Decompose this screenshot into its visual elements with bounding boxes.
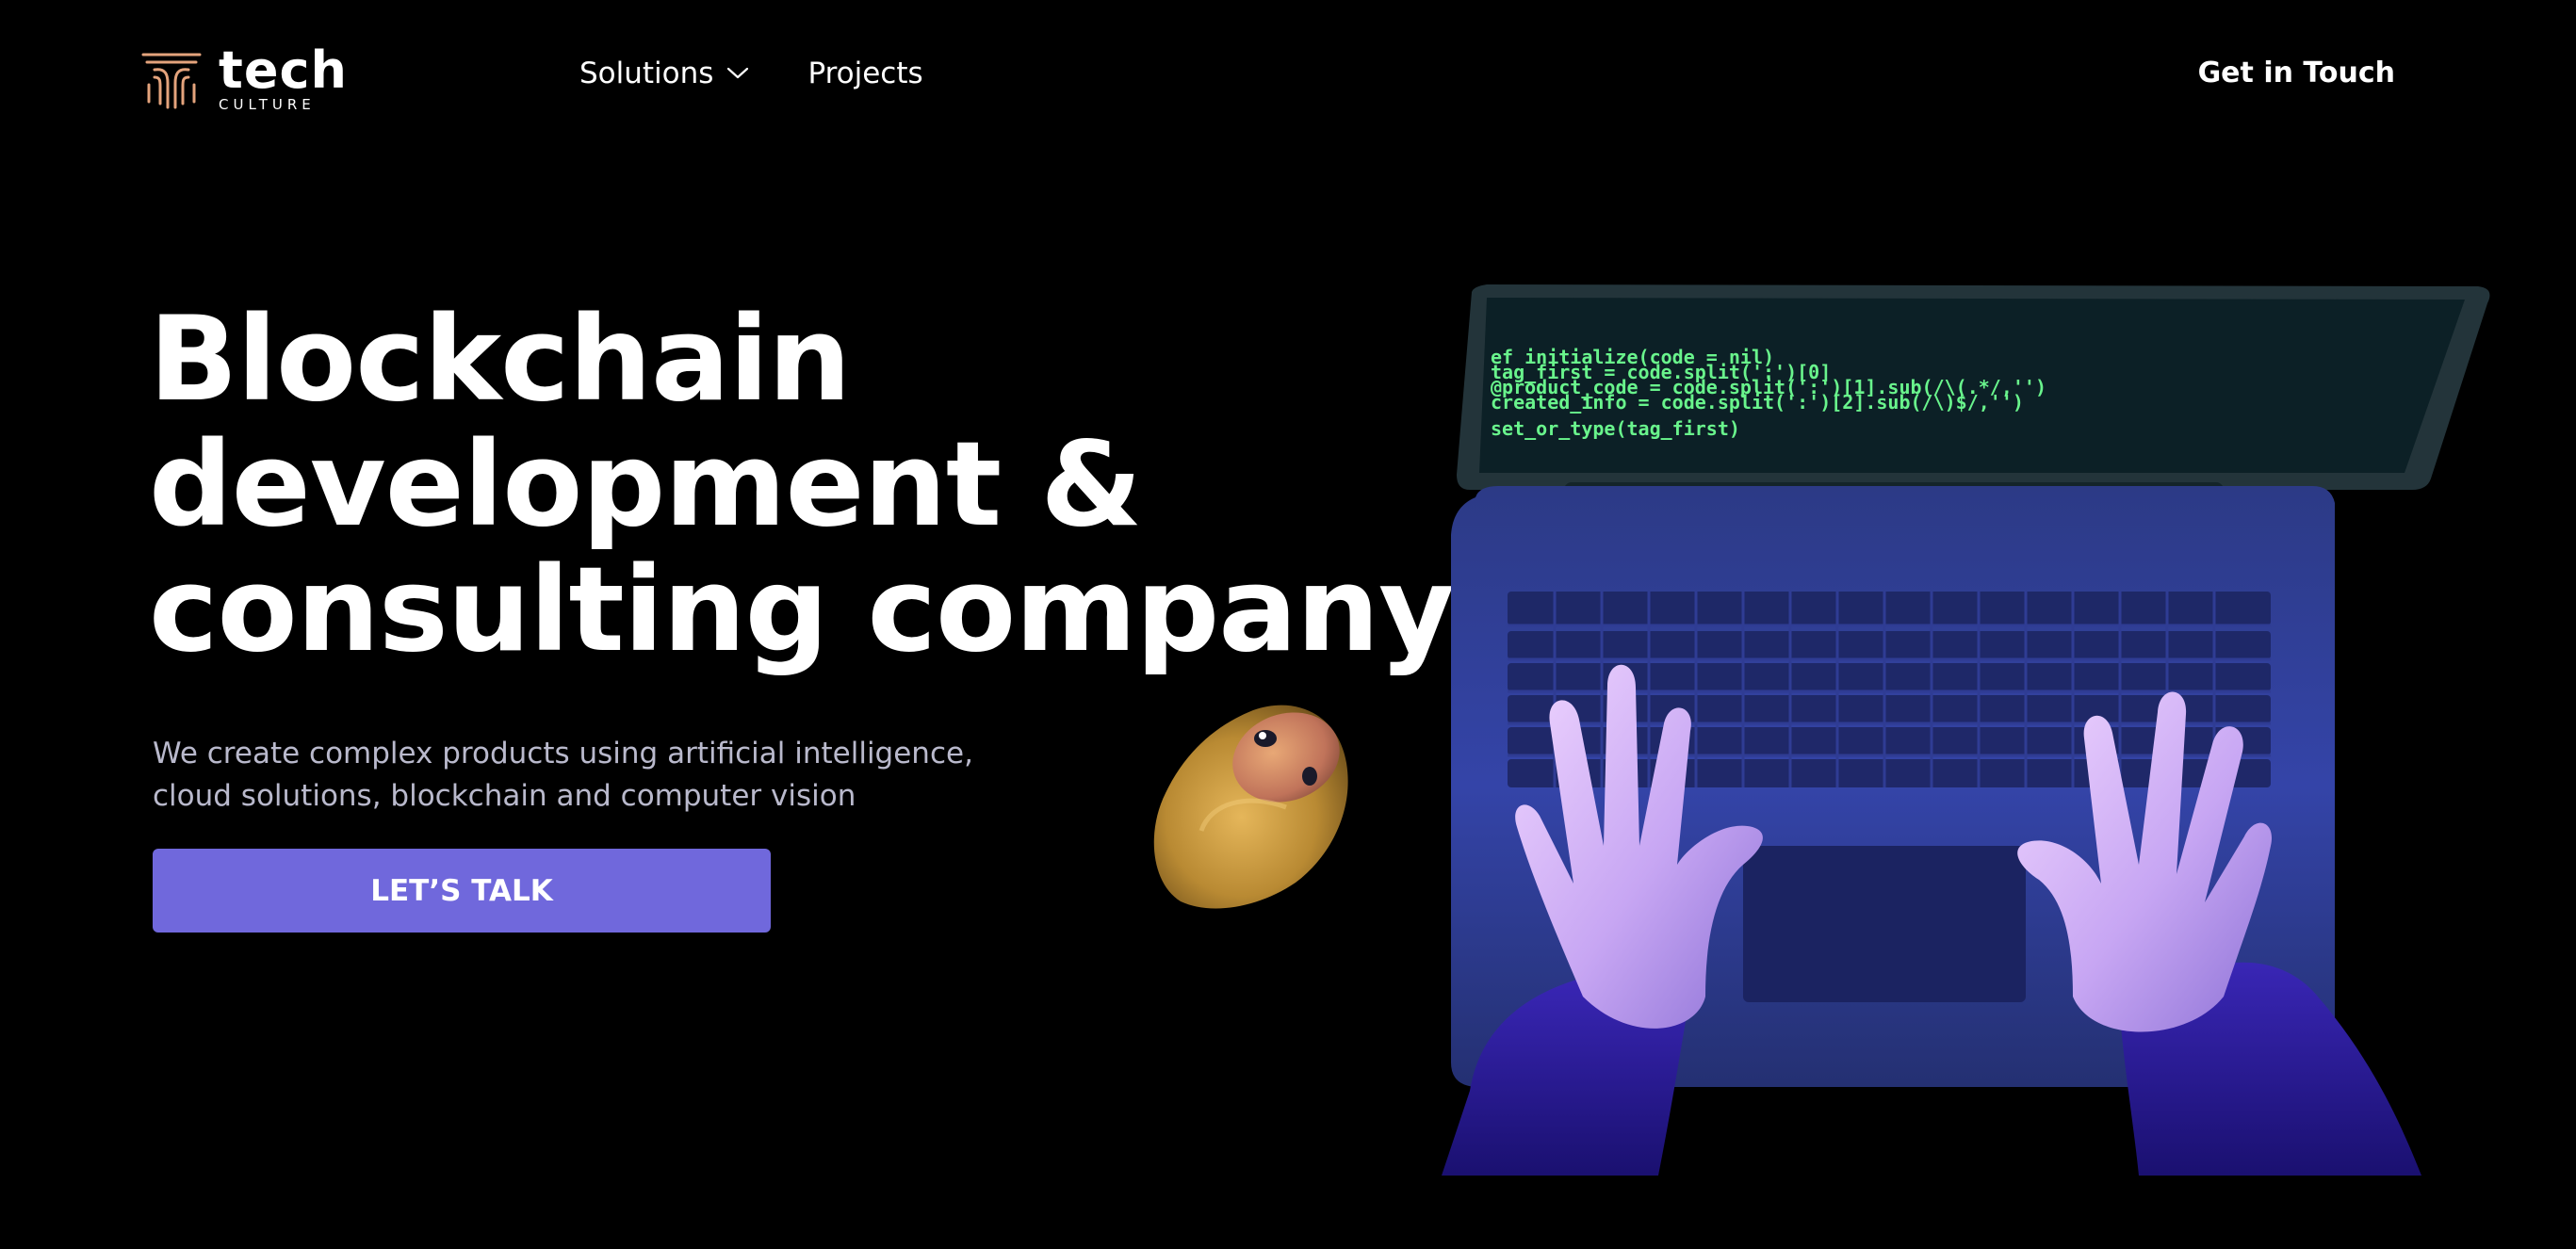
code-line: set_or_type(tag_first) [1491, 417, 1740, 440]
laptop-hands-illustration: ef initialize(code = nil) tag_first = co… [1442, 284, 2490, 1176]
subtitle-line-2: cloud solutions, blockchain and computer… [153, 779, 856, 813]
code-line: created_info = code.split(':')[2].sub(/\… [1491, 391, 2024, 414]
main-nav: Solutions Projects [579, 57, 923, 90]
hero-subtitle: We create complex products using artific… [153, 733, 1001, 818]
logo[interactable]: tech CULTURE [141, 45, 348, 112]
rubber-duck-illustration [1153, 705, 1348, 909]
logo-wordmark: tech [219, 41, 348, 100]
nav-item-solutions-label: Solutions [579, 57, 714, 90]
subtitle-line-1: We create complex products using artific… [153, 737, 973, 770]
headline-line-1: Blockchain [149, 292, 851, 428]
nav-item-projects[interactable]: Projects [807, 57, 922, 90]
headline-line-2: development & [149, 417, 1142, 553]
logo-subtitle: CULTURE [219, 96, 316, 113]
nav-item-solutions[interactable]: Solutions [579, 57, 749, 90]
get-in-touch-link[interactable]: Get in Touch [2198, 57, 2395, 89]
chevron-down-icon [727, 67, 749, 79]
headline-line-3: consulting company [149, 543, 1455, 678]
hero-headline: Blockchain development & consulting comp… [149, 292, 1455, 678]
tech-culture-logo-icon [141, 53, 202, 108]
lets-talk-button[interactable]: LET’S TALK [153, 849, 771, 933]
nav-item-projects-label: Projects [807, 57, 923, 90]
